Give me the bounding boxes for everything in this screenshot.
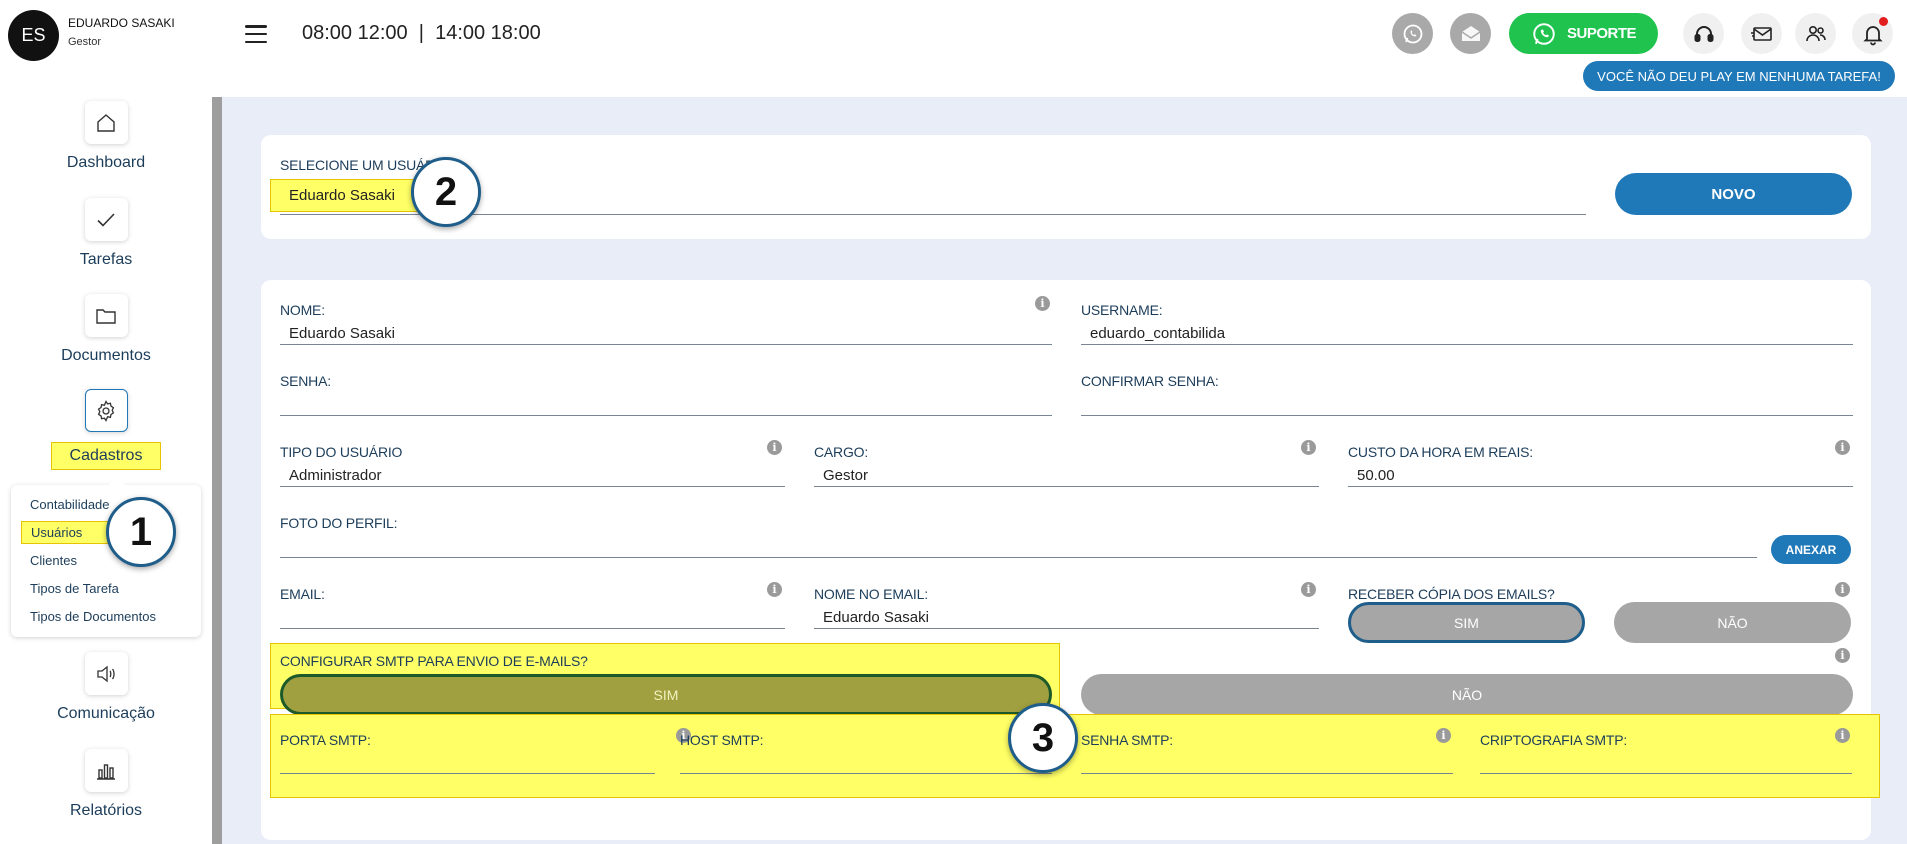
select-user-underline	[280, 214, 1586, 215]
username-input[interactable]: eduardo_contabilida	[1090, 325, 1225, 342]
email-input[interactable]	[280, 628, 785, 629]
sidebar-label: Cadastros	[50, 442, 162, 470]
senha-smtp-input[interactable]	[1081, 773, 1453, 774]
submenu-item-contabilidade[interactable]: Contabilidade	[30, 497, 110, 512]
sidebar-scrollbar[interactable]	[212, 97, 222, 844]
tipo-usuario-underline	[280, 486, 785, 487]
support-button[interactable]: SUPORTE	[1509, 13, 1658, 54]
mail-icon[interactable]	[1741, 13, 1782, 54]
senha-input[interactable]	[280, 415, 1052, 416]
info-icon[interactable]: i	[1301, 582, 1316, 597]
porta-smtp-input[interactable]	[280, 773, 655, 774]
sidebar-label: Relatórios	[69, 802, 143, 819]
info-icon[interactable]: i	[1301, 440, 1316, 455]
submenu-item-tipos-tarefa[interactable]: Tipos de Tarefa	[30, 581, 119, 596]
mail-open-icon[interactable]	[1450, 13, 1491, 54]
host-smtp-input[interactable]	[680, 773, 1052, 774]
cadastros-submenu: Contabilidade Usuários Clientes Tipos de…	[11, 477, 201, 637]
confirmar-senha-label: CONFIRMAR SENHA:	[1081, 373, 1219, 389]
select-user-card: SELECIONE UM USUÁRIO Eduardo Sasaki NOVO	[261, 135, 1871, 239]
criptografia-smtp-label: CRIPTOGRAFIA SMTP:	[1480, 732, 1628, 748]
receber-copia-label: RECEBER CÓPIA DOS EMAILS?	[1348, 586, 1555, 602]
submenu-item-tipos-documentos[interactable]: Tipos de Documentos	[30, 609, 156, 624]
submenu-item-clientes[interactable]: Clientes	[30, 553, 77, 568]
user-role: Gestor	[68, 36, 102, 48]
headset-icon[interactable]	[1683, 13, 1724, 54]
sidebar-label: Comunicação	[57, 705, 155, 722]
sidebar-label: Documentos	[61, 347, 151, 364]
speaker-icon	[84, 652, 128, 695]
sidebar-item-comunicacao[interactable]: Comunicação	[0, 652, 212, 723]
custo-hora-input[interactable]: 50.00	[1357, 467, 1395, 484]
info-icon[interactable]: i	[1835, 728, 1850, 743]
folder-icon	[84, 294, 128, 337]
info-icon[interactable]: i	[1035, 296, 1050, 311]
bell-icon[interactable]	[1852, 13, 1893, 54]
step-marker-1: 1	[106, 497, 176, 567]
home-icon	[84, 101, 128, 144]
sidebar-item-relatorios[interactable]: Relatórios	[0, 749, 212, 820]
bar-chart-icon	[84, 749, 128, 792]
smtp-sim-button[interactable]: SIM	[280, 674, 1052, 715]
cargo-label: CARGO:	[814, 444, 869, 460]
user-name: EDUARDO SASAKI	[68, 16, 175, 30]
nome-email-label: NOME NO EMAIL:	[814, 586, 928, 602]
check-icon	[84, 198, 128, 241]
anexar-button[interactable]: ANEXAR	[1771, 535, 1851, 564]
info-icon[interactable]: i	[1835, 440, 1850, 455]
sidebar-item-tarefas[interactable]: Tarefas	[0, 198, 212, 269]
host-smtp-label: HOST SMTP:	[680, 732, 764, 748]
foto-perfil-input[interactable]	[280, 557, 1757, 558]
confirmar-senha-input[interactable]	[1081, 415, 1853, 416]
users-icon[interactable]	[1795, 13, 1836, 54]
step-marker-3: 3	[1008, 703, 1078, 773]
step-marker-2: 2	[411, 157, 481, 227]
cargo-underline	[814, 486, 1319, 487]
info-icon[interactable]: i	[767, 582, 782, 597]
menu-icon[interactable]	[245, 25, 267, 43]
foto-perfil-label: FOTO DO PERFIL:	[280, 515, 398, 531]
whatsapp-icon	[1533, 22, 1555, 45]
smtp-config-label: CONFIGURAR SMTP PARA ENVIO DE E-MAILS?	[280, 653, 588, 669]
cargo-input[interactable]: Gestor	[823, 467, 868, 484]
sidebar-label: Dashboard	[66, 154, 146, 171]
info-icon[interactable]: i	[767, 440, 782, 455]
nome-underline	[280, 344, 1052, 345]
username-underline	[1081, 344, 1853, 345]
nome-input[interactable]: Eduardo Sasaki	[289, 325, 395, 342]
whatsapp-gray-icon[interactable]	[1392, 13, 1433, 54]
smtp-nao-button[interactable]: NÃO	[1081, 674, 1853, 715]
senha-smtp-label: SENHA SMTP:	[1081, 732, 1173, 748]
info-icon[interactable]: i	[1835, 582, 1850, 597]
criptografia-smtp-input[interactable]	[1480, 773, 1852, 774]
new-user-button[interactable]: NOVO	[1615, 173, 1852, 215]
avatar[interactable]: ES	[8, 10, 59, 61]
sidebar-item-documentos[interactable]: Documentos	[0, 294, 212, 365]
custo-hora-label: CUSTO DA HORA EM REAIS:	[1348, 444, 1533, 460]
nome-email-underline	[814, 628, 1319, 629]
info-icon[interactable]: i	[1436, 728, 1451, 743]
username-label: USERNAME:	[1081, 302, 1163, 318]
tipo-usuario-select[interactable]: Administrador	[289, 467, 382, 484]
receber-sim-button[interactable]: SIM	[1348, 602, 1585, 643]
porta-smtp-label: PORTA SMTP:	[280, 732, 371, 748]
nome-label: NOME:	[280, 302, 325, 318]
sidebar-item-cadastros[interactable]: Cadastros	[0, 389, 212, 470]
play-status-badge[interactable]: VOCÊ NÃO DEU PLAY EM NENHUMA TAREFA!	[1583, 61, 1895, 91]
receber-nao-button[interactable]: NÃO	[1614, 602, 1851, 643]
tipo-usuario-label: TIPO DO USUÁRIO	[280, 444, 403, 460]
nome-email-input[interactable]: Eduardo Sasaki	[823, 609, 929, 626]
sidebar-label: Tarefas	[79, 251, 133, 268]
custo-hora-underline	[1348, 486, 1853, 487]
select-user-value[interactable]: Eduardo Sasaki	[289, 187, 395, 204]
work-hours: 08:00 12:00 | 14:00 18:00	[302, 22, 541, 44]
sidebar-item-dashboard[interactable]: Dashboard	[0, 101, 212, 172]
email-label: EMAIL:	[280, 586, 325, 602]
info-icon[interactable]: i	[1835, 648, 1850, 663]
notification-dot	[1879, 17, 1888, 26]
senha-label: SENHA:	[280, 373, 331, 389]
gear-icon	[84, 389, 128, 432]
support-label: SUPORTE	[1566, 25, 1637, 42]
